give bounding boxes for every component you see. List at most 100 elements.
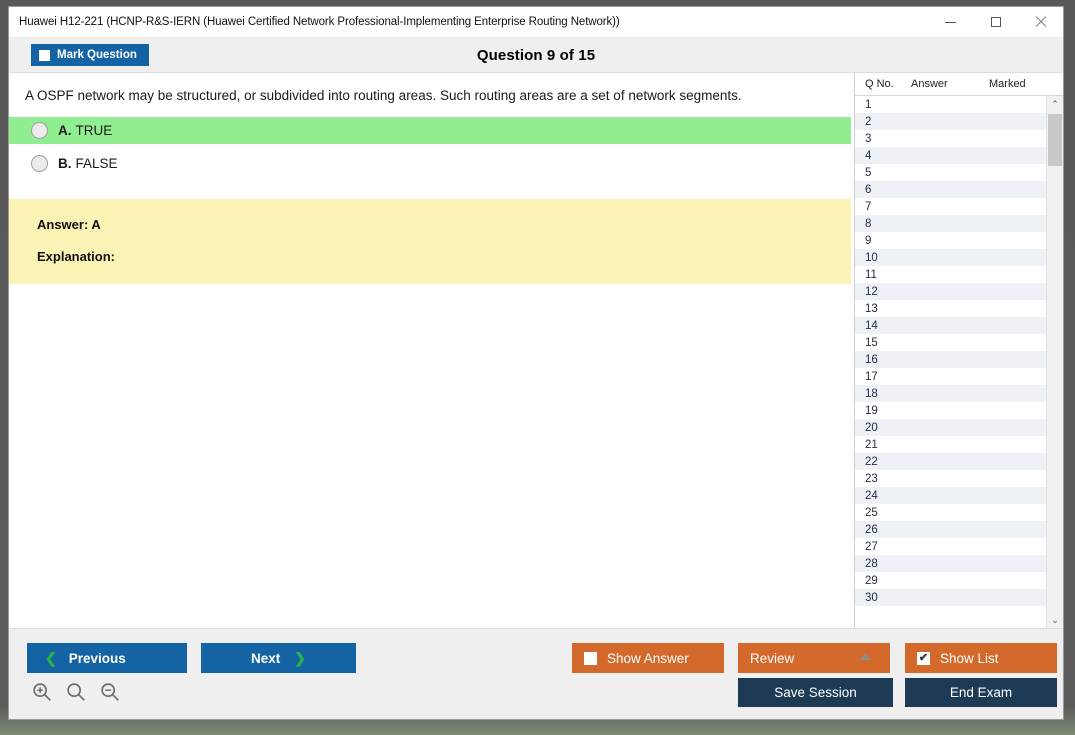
question-list-row[interactable]: 5: [855, 164, 1046, 181]
option-b-letter: B.: [58, 155, 72, 171]
close-button[interactable]: [1018, 7, 1063, 37]
question-counter-title: Question 9 of 15: [476, 46, 596, 64]
radio-icon: [31, 121, 48, 139]
question-list-row[interactable]: 11: [855, 266, 1046, 283]
zoom-in-icon[interactable]: [31, 681, 53, 703]
question-list-row[interactable]: 10: [855, 249, 1046, 266]
question-list-row[interactable]: 27: [855, 538, 1046, 555]
question-row-number: 12: [865, 285, 878, 298]
question-list-row[interactable]: 7: [855, 198, 1046, 215]
question-list-row[interactable]: 14: [855, 317, 1046, 334]
question-list-row[interactable]: 29: [855, 572, 1046, 589]
options-list: A. TRUE B. FALSE: [9, 116, 854, 177]
mark-question-button[interactable]: Mark Question: [31, 44, 149, 66]
maximize-icon: [990, 17, 1001, 27]
minimize-button[interactable]: [928, 7, 973, 37]
question-list-row[interactable]: 20: [855, 419, 1046, 436]
question-row-number: 13: [865, 302, 878, 315]
question-row-number: 24: [865, 489, 878, 502]
question-list-row[interactable]: 24: [855, 487, 1046, 504]
column-header-marked: Marked: [989, 78, 1026, 90]
zoom-reset-icon[interactable]: [65, 681, 87, 703]
scroll-down-icon[interactable]: ⌄: [1047, 612, 1063, 628]
show-answer-label: Show Answer: [607, 650, 689, 666]
question-row-number: 21: [865, 438, 878, 451]
previous-label: Previous: [68, 650, 126, 666]
answer-explanation-panel: Answer: A Explanation:: [9, 198, 851, 284]
zoom-out-icon[interactable]: [99, 681, 121, 703]
save-session-button[interactable]: Save Session: [738, 678, 893, 707]
question-header-bar: Mark Question Question 9 of 15: [9, 38, 1063, 73]
question-list-row[interactable]: 15: [855, 334, 1046, 351]
question-row-number: 15: [865, 336, 878, 349]
question-list-row[interactable]: 23: [855, 470, 1046, 487]
title-bar: Huawei H12-221 (HCNP-R&S-IERN (Huawei Ce…: [9, 7, 1063, 38]
question-list-row[interactable]: 9: [855, 232, 1046, 249]
scrollbar-thumb[interactable]: [1048, 114, 1062, 166]
question-row-number: 2: [865, 115, 872, 128]
question-list-row[interactable]: 25: [855, 504, 1046, 521]
scroll-up-icon[interactable]: ⌃: [1047, 96, 1063, 112]
question-rows: 1 2 3 4 5 6 7 8 9 10 11 12 13 14 15 16 17 18 19 20 21 22 23 24 2…: [855, 96, 1046, 628]
question-row-number: 27: [865, 540, 878, 553]
maximize-button[interactable]: [973, 7, 1018, 37]
question-list-row[interactable]: 1: [855, 96, 1046, 113]
question-row-number: 29: [865, 574, 878, 587]
chevron-left-icon: ❮: [45, 650, 57, 666]
show-answer-checkbox-icon: [584, 651, 597, 665]
next-label: Next: [251, 650, 281, 666]
question-row-number: 16: [865, 353, 878, 366]
question-list-row[interactable]: 3: [855, 130, 1046, 147]
question-row-number: 28: [865, 557, 878, 570]
question-list-row[interactable]: 8: [855, 215, 1046, 232]
show-list-label: Show List: [940, 650, 999, 666]
previous-button[interactable]: ❮ Previous: [27, 643, 187, 673]
question-list-row[interactable]: 16: [855, 351, 1046, 368]
question-list-header: Q No. Answer Marked: [855, 73, 1063, 96]
column-header-answer: Answer: [911, 78, 948, 90]
question-row-number: 6: [865, 183, 872, 196]
question-list-row[interactable]: 30: [855, 589, 1046, 606]
question-row-number: 11: [865, 268, 877, 281]
question-list-row[interactable]: 2: [855, 113, 1046, 130]
window-title: Huawei H12-221 (HCNP-R&S-IERN (Huawei Ce…: [19, 16, 620, 28]
chevron-up-icon: [859, 654, 871, 660]
question-row-number: 25: [865, 506, 878, 519]
review-dropdown-button[interactable]: Review: [738, 643, 890, 673]
end-exam-button[interactable]: End Exam: [905, 678, 1057, 707]
question-row-number: 17: [865, 370, 878, 383]
question-row-number: 10: [865, 251, 878, 264]
option-a-letter: A.: [58, 122, 72, 138]
option-b[interactable]: B. FALSE: [9, 150, 854, 177]
question-row-number: 3: [865, 132, 872, 145]
next-button[interactable]: Next ❯: [201, 643, 356, 673]
question-row-number: 1: [865, 98, 872, 111]
question-row-number: 20: [865, 421, 878, 434]
question-list-row[interactable]: 28: [855, 555, 1046, 572]
question-list-row[interactable]: 4: [855, 147, 1046, 164]
window-controls: [928, 7, 1063, 37]
question-row-number: 14: [865, 319, 878, 332]
mark-question-label: Mark Question: [57, 49, 137, 61]
question-list-row[interactable]: 26: [855, 521, 1046, 538]
question-row-number: 30: [865, 591, 878, 604]
review-label: Review: [750, 650, 795, 666]
show-list-button[interactable]: ✔ Show List: [905, 643, 1057, 673]
show-list-checkbox-icon: ✔: [917, 651, 930, 665]
question-list-row[interactable]: 13: [855, 300, 1046, 317]
question-list-row[interactable]: 22: [855, 453, 1046, 470]
question-list-row[interactable]: 17: [855, 368, 1046, 385]
question-list-row[interactable]: 12: [855, 283, 1046, 300]
question-row-number: 7: [865, 200, 872, 213]
question-list-row[interactable]: 6: [855, 181, 1046, 198]
question-row-number: 5: [865, 166, 872, 179]
option-a[interactable]: A. TRUE: [9, 116, 851, 144]
question-row-number: 26: [865, 523, 878, 536]
question-row-number: 22: [865, 455, 878, 468]
question-list-row[interactable]: 21: [855, 436, 1046, 453]
question-list-row[interactable]: 19: [855, 402, 1046, 419]
question-list-scrollbar[interactable]: ⌃ ⌄: [1046, 96, 1063, 628]
show-answer-button[interactable]: Show Answer: [572, 643, 724, 673]
question-list-row[interactable]: 18: [855, 385, 1046, 402]
question-row-number: 18: [865, 387, 878, 400]
